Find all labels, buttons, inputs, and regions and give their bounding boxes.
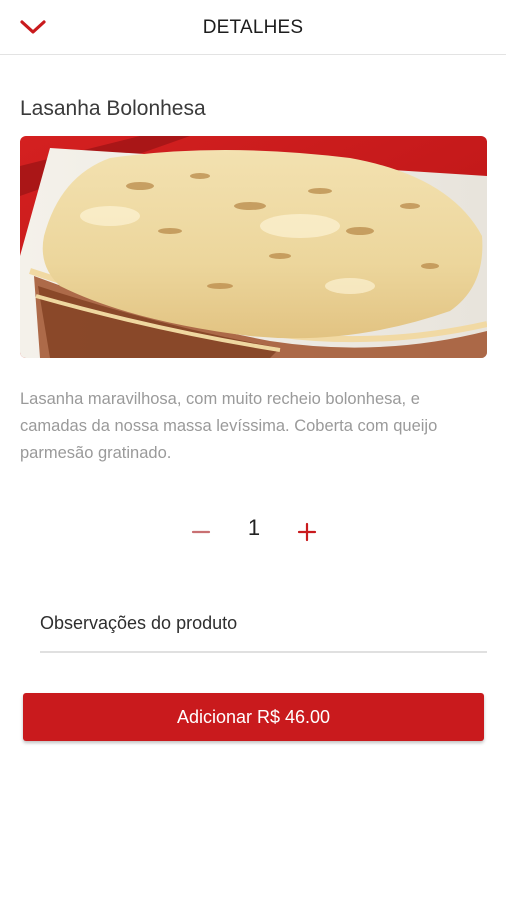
top-bar: DETALHES [0,0,506,55]
decrement-button[interactable] [186,517,216,547]
quantity-stepper: 1 [0,513,506,553]
product-name: Lasanha Bolonhesa [20,97,206,120]
notes-field [40,600,487,653]
product-description: Lasanha maravilhosa, com muito recheio b… [20,390,438,462]
add-to-cart-button[interactable]: Adicionar R$ 46.00 [23,693,484,741]
page-title: DETALHES [202,17,304,38]
minus-icon[interactable] [191,522,211,542]
product-image [20,136,487,358]
lasagna-photo [20,136,487,358]
quantity-value: 1 [247,515,261,540]
notes-input[interactable] [40,600,487,646]
plus-icon[interactable] [297,522,317,542]
increment-button[interactable] [292,517,322,547]
